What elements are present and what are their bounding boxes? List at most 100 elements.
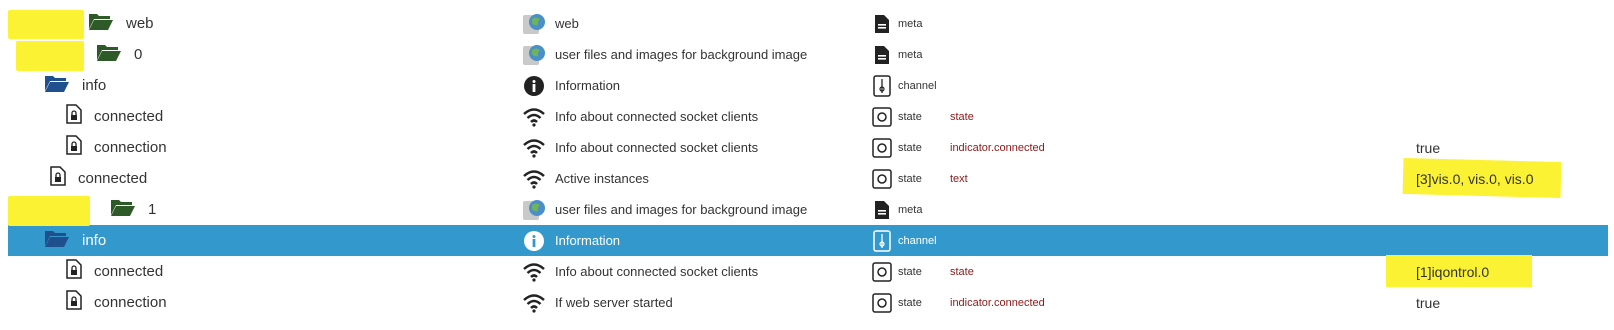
- row-role: state: [950, 265, 974, 278]
- tree-row-connection[interactable]: connection Info about connected socket c…: [8, 132, 1608, 163]
- folder-open-icon[interactable]: [96, 42, 122, 67]
- info-icon: [522, 74, 546, 98]
- type-cell: meta: [872, 194, 922, 225]
- tree-row-connected[interactable]: connected Info about connected socket cl…: [8, 101, 1608, 132]
- state-icon: [872, 261, 892, 283]
- tree-row-connection[interactable]: connection If web server started state i…: [8, 287, 1608, 318]
- row-description: user files and images for background ima…: [555, 202, 808, 217]
- folder-open-icon[interactable]: [110, 197, 136, 222]
- folder-open-icon[interactable]: [44, 73, 70, 98]
- row-description: Info about connected socket clients: [555, 264, 759, 279]
- type-cell: state: [872, 287, 922, 318]
- row-value[interactable]: [3]vis.0, vis.0, vis.0: [1416, 163, 1533, 194]
- wifi-icon: [522, 260, 546, 284]
- name-cell: connected: [50, 163, 147, 194]
- type-cell: state: [872, 132, 922, 163]
- desc-cell: user files and images for background ima…: [522, 39, 807, 70]
- object-tree: web web meta 0 user files and images for…: [0, 0, 1614, 330]
- row-type: state: [898, 110, 922, 123]
- state-file-icon[interactable]: [66, 104, 82, 129]
- state-icon: [872, 137, 892, 159]
- name-cell: connected: [66, 256, 163, 287]
- tree-row-info-selected[interactable]: info Information channel: [8, 225, 1608, 256]
- state-icon: [872, 168, 892, 190]
- row-value[interactable]: true: [1416, 287, 1440, 318]
- type-cell: channel: [872, 70, 937, 101]
- row-type: meta: [898, 203, 923, 216]
- state-file-icon[interactable]: [66, 290, 82, 315]
- row-type: channel: [898, 79, 937, 92]
- type-cell: state: [872, 256, 922, 287]
- row-type: state: [898, 265, 922, 278]
- channel-icon: [872, 229, 892, 252]
- row-type: meta: [898, 17, 923, 30]
- type-cell: channel: [872, 225, 937, 256]
- tree-row-1[interactable]: 1 user files and images for background i…: [8, 194, 1608, 226]
- tree-row-connected[interactable]: connected Active instances state text [3…: [8, 157, 1608, 199]
- desc-cell: Information: [522, 225, 620, 256]
- name-cell: info: [44, 225, 106, 256]
- row-name: connection: [94, 139, 167, 156]
- wifi-icon: [522, 105, 546, 129]
- state-file-icon[interactable]: [66, 259, 82, 284]
- row-description: Information: [555, 78, 621, 93]
- row-type: state: [898, 172, 922, 185]
- channel-icon: [872, 74, 892, 97]
- desc-cell: Info about connected socket clients: [522, 101, 758, 132]
- globe-icon: [522, 43, 546, 67]
- globe-icon: [522, 198, 546, 222]
- row-type: meta: [898, 48, 923, 61]
- name-cell: 1: [8, 194, 157, 226]
- row-role: indicator.connected: [950, 296, 1045, 309]
- name-cell: connected: [66, 101, 163, 132]
- desc-cell: Active instances: [522, 163, 649, 194]
- folder-open-icon[interactable]: [88, 11, 114, 36]
- tree-row-info[interactable]: info Information channel: [8, 70, 1608, 101]
- row-description: Information: [555, 233, 621, 248]
- row-description: Info about connected socket clients: [555, 140, 759, 155]
- row-description: user files and images for background ima…: [555, 47, 808, 62]
- row-name: info: [82, 77, 107, 94]
- row-description: If web server started: [555, 295, 673, 310]
- desc-cell: Info about connected socket clients: [522, 256, 758, 287]
- row-value[interactable]: [1]iqontrol.0: [1416, 256, 1489, 287]
- row-name: 0: [134, 46, 143, 63]
- folder-open-icon[interactable]: [44, 228, 70, 253]
- tree-row-web[interactable]: web web meta: [8, 8, 1608, 39]
- desc-cell: Info about connected socket clients: [522, 132, 758, 163]
- file-icon: [872, 199, 892, 221]
- name-cell: connection: [66, 132, 167, 163]
- type-cell: meta: [872, 8, 922, 39]
- row-name: info: [82, 232, 107, 249]
- row-name: connection: [94, 294, 167, 311]
- row-name: 1: [148, 201, 157, 218]
- row-role: text: [950, 172, 968, 185]
- wifi-icon: [522, 291, 546, 315]
- row-name: connected: [78, 170, 148, 187]
- desc-cell: If web server started: [522, 287, 673, 318]
- row-description: web: [555, 16, 579, 31]
- row-value[interactable]: true: [1416, 132, 1440, 163]
- desc-cell: user files and images for background ima…: [522, 194, 807, 225]
- state-icon: [872, 292, 892, 314]
- type-cell: meta: [872, 39, 922, 70]
- wifi-icon: [522, 167, 546, 191]
- state-file-icon[interactable]: [66, 135, 82, 160]
- desc-cell: web: [522, 8, 579, 39]
- row-name: connected: [94, 108, 164, 125]
- row-type: state: [898, 296, 922, 309]
- name-cell: info: [44, 70, 106, 101]
- wifi-icon: [522, 136, 546, 160]
- state-file-icon[interactable]: [50, 166, 66, 191]
- state-icon: [872, 106, 892, 128]
- row-type: channel: [898, 234, 937, 247]
- row-description: Active instances: [555, 171, 649, 186]
- desc-cell: Information: [522, 70, 620, 101]
- name-cell: connection: [66, 287, 167, 318]
- row-type: state: [898, 141, 922, 154]
- file-icon: [872, 13, 892, 35]
- info-icon: [522, 229, 546, 253]
- tree-row-0[interactable]: 0 user files and images for background i…: [8, 39, 1608, 71]
- row-name: web: [126, 15, 154, 32]
- tree-row-connected[interactable]: connected Info about connected socket cl…: [8, 255, 1608, 287]
